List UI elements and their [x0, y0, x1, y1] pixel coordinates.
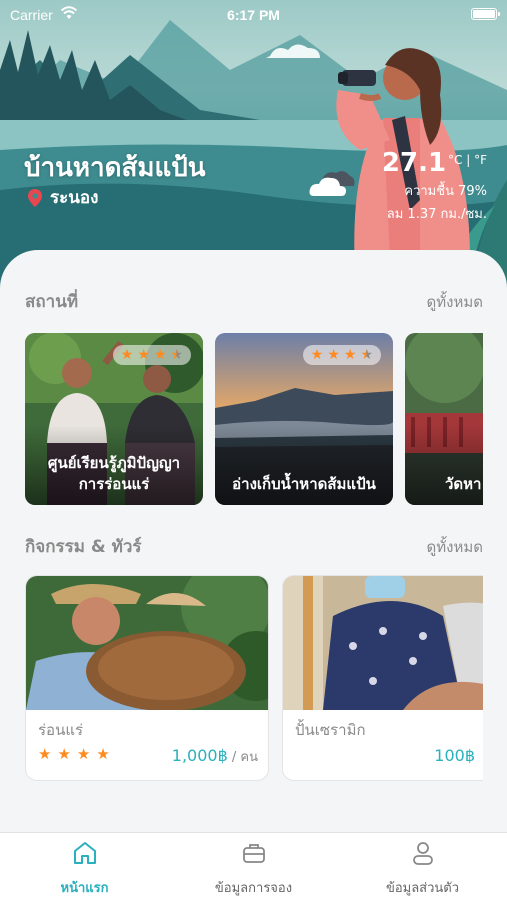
star-half-icon: ★ — [170, 347, 183, 363]
star-icon: ★ — [96, 745, 110, 763]
places-section-header: สถานที่ ดูทั้งหมด — [25, 288, 483, 315]
activity-card[interactable]: ปั้นเซรามิก 100฿ — [282, 575, 483, 781]
tab-profile-label: ข้อมูลส่วนตัว — [385, 881, 460, 896]
place-name: วัดหา — [445, 475, 482, 493]
destination-location: ระนอง — [28, 184, 98, 211]
humidity-value: ความชื้น 79% — [404, 184, 487, 199]
activity-photo — [26, 576, 268, 710]
destination-title: บ้านหาดส้มแป้น — [24, 153, 206, 183]
star-icon: ★ — [343, 347, 357, 363]
status-bar: Carrier 6:17 PM — [0, 6, 507, 24]
place-rating: ★ ★ ★ ★ — [302, 345, 381, 365]
location-label: ระนอง — [50, 188, 99, 208]
activity-name: ร่อนแร่ — [38, 721, 84, 739]
activities-section-title: กิจกรรม & ทัวร์ — [25, 537, 142, 557]
content-sheet: สถานที่ ดูทั้งหมด ★ ★ ★ ★ ศูนย์เรียนรู้ภ… — [0, 250, 507, 832]
tab-profile[interactable]: ข้อมูลส่วนตัว — [338, 839, 507, 898]
activity-photo — [283, 576, 483, 710]
temperature-value: 27.1 — [381, 148, 447, 178]
activities-see-all-link[interactable]: ดูทั้งหมด — [427, 535, 483, 559]
star-icon: ★ — [153, 347, 167, 363]
temperature-unit-toggle[interactable]: °C | °F — [448, 153, 487, 167]
tab-home-label: หน้าแรก — [60, 881, 109, 896]
tab-booking[interactable]: ข้อมูลการจอง — [169, 839, 338, 898]
bottom-tab-bar: หน้าแรก ข้อมูลการจอง ข้อมูลส่วนตัว — [0, 832, 507, 900]
cloud-weather-icon — [309, 171, 355, 196]
activity-price: 100฿ — [434, 746, 475, 765]
star-icon: ★ — [327, 347, 340, 363]
star-icon: ★ — [120, 347, 134, 363]
battery-icon — [471, 8, 500, 20]
tab-booking-label: ข้อมูลการจอง — [214, 881, 293, 896]
place-card[interactable]: ★ ★ ★ ★ ศูนย์เรียนรู้ภูมิปัญญา การร่อนแร… — [25, 333, 203, 505]
activity-rating: ★ ★ ★ ★ — [38, 745, 110, 763]
star-icon: ★ — [137, 347, 150, 363]
activity-name: ปั้นเซรามิก — [295, 721, 366, 739]
wind-value: ลม 1.37 กม./ซม. — [386, 207, 487, 222]
place-name: อ่างเก็บน้ำหาดส้มแป้น — [232, 475, 376, 493]
briefcase-icon — [242, 844, 265, 863]
place-rating: ★ ★ ★ ★ — [112, 345, 191, 365]
star-icon: ★ — [57, 745, 71, 763]
activity-card[interactable]: ร่อนแร่ ★ ★ ★ ★ 1,000฿ / คน — [25, 575, 269, 781]
places-carousel[interactable]: ★ ★ ★ ★ ศูนย์เรียนรู้ภูมิปัญญา การร่อนแร… — [25, 333, 483, 505]
star-half-icon: ★ — [360, 347, 373, 363]
place-card[interactable]: ★ ★ ★ ★ อ่างเก็บน้ำหาดส้มแป้น — [215, 333, 393, 505]
star-icon: ★ — [76, 745, 91, 763]
home-icon — [73, 842, 96, 864]
star-icon: ★ — [310, 347, 324, 363]
places-see-all-link[interactable]: ดูทั้งหมด — [427, 290, 483, 314]
place-name: ศูนย์เรียนรู้ภูมิปัญญา การร่อนแร่ — [47, 454, 181, 493]
clock: 6:17 PM — [227, 7, 280, 23]
places-section-title: สถานที่ — [25, 292, 79, 312]
activities-section-header: กิจกรรม & ทัวร์ ดูทั้งหมด — [25, 533, 483, 560]
weather-widget: 27.1 °C | °F ความชื้น 79% ลม 1.37 กม./ซม… — [382, 148, 487, 224]
location-pin-icon — [28, 188, 42, 207]
tab-home[interactable]: หน้าแรก — [0, 839, 169, 898]
user-icon — [412, 842, 433, 865]
star-icon: ★ — [38, 745, 52, 763]
place-card[interactable]: วัดหา — [405, 333, 483, 505]
activity-price: 1,000฿ / คน — [171, 746, 258, 765]
activities-carousel[interactable]: ร่อนแร่ ★ ★ ★ ★ 1,000฿ / คน ปั้นเซรามิก … — [25, 575, 483, 785]
